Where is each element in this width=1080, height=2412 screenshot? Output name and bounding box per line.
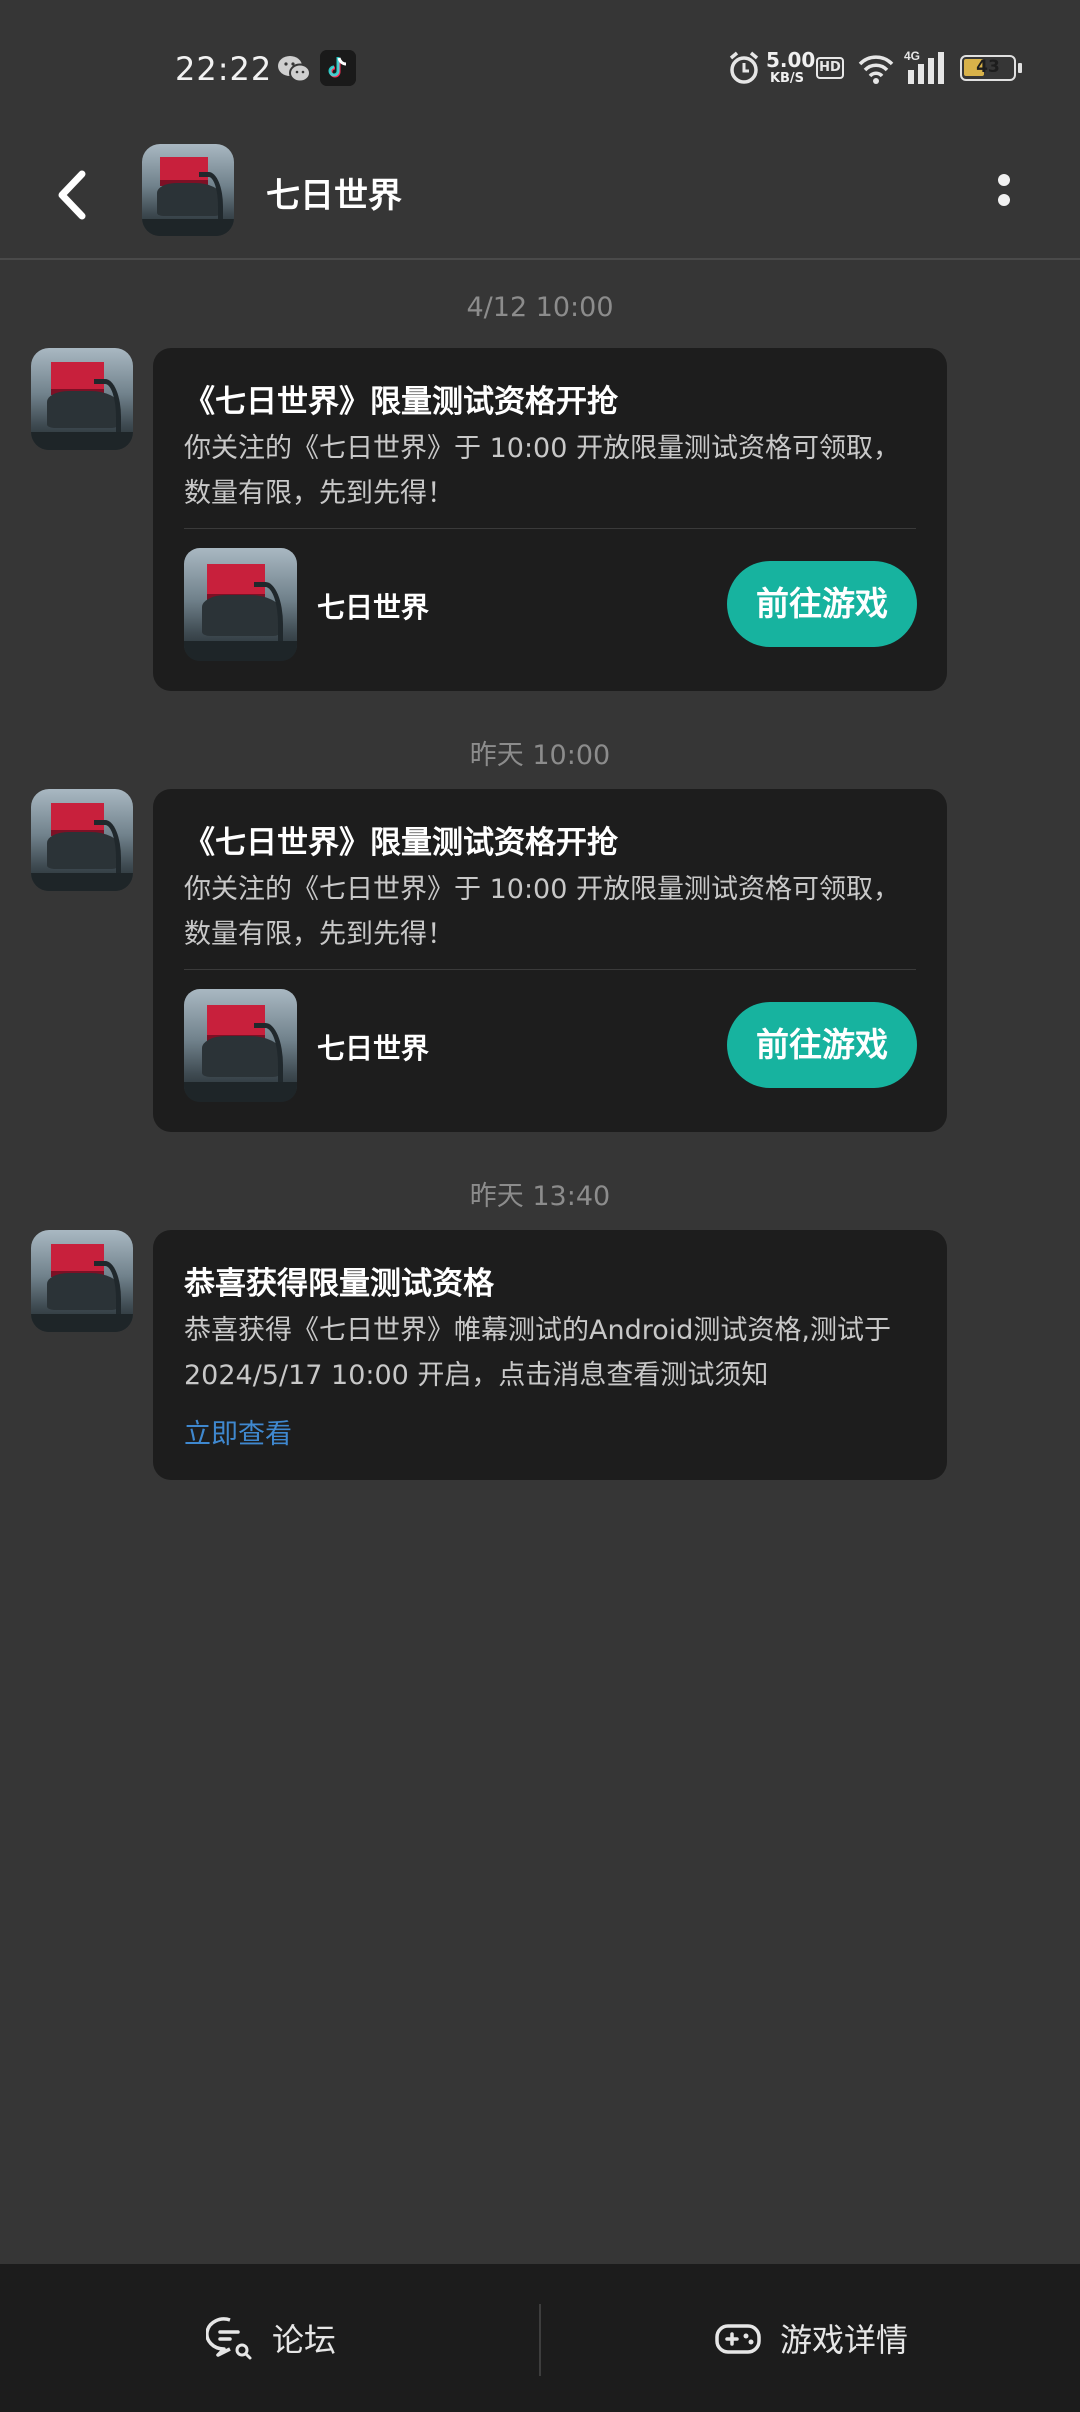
message-title: 《七日世界》限量测试资格开抢 [184,384,618,420]
message-timestamp: 昨天 13:40 [469,1181,611,1212]
message-body: 你关注的《七日世界》于 10:00 开放限量测试资格可领取，数量有限，先到先得！ [184,433,900,509]
net-speed-unit: KB/S [769,71,805,86]
message-card[interactable]: 恭喜获得限量测试资格 恭喜获得《七日世界》帷幕测试的Android测试资格,测试… [153,1230,947,1480]
game-name: 七日世界 [317,1032,430,1065]
game-detail-tab[interactable]: 游戏详情 [714,2302,908,2374]
status-bar: 22:22 5.00 KB/S HD 4G 43 [0,0,1080,130]
wifi-icon [858,55,894,84]
forum-icon [206,2317,252,2360]
chat-title: 七日世界 [266,176,402,216]
status-time: 22:22 [175,50,273,88]
hd-badge: HD [816,57,844,79]
game-icon[interactable] [184,548,297,661]
gamepad-icon [715,2324,761,2354]
go-to-game-button[interactable]: 前往游戏 [727,1002,917,1088]
alarm-icon [729,51,759,84]
signal-label: 4G [904,49,920,63]
net-speed-value: 5.00 [766,48,816,72]
forum-label: 论坛 [272,2321,337,2359]
message-card[interactable]: 《七日世界》限量测试资格开抢 你关注的《七日世界》于 10:00 开放限量测试资… [153,789,947,1132]
message-timestamp: 昨天 10:00 [469,740,611,771]
card-divider [184,969,916,970]
message-card[interactable]: 《七日世界》限量测试资格开抢 你关注的《七日世界》于 10:00 开放限量测试资… [153,348,947,691]
forum-tab[interactable]: 论坛 [206,2302,336,2374]
sender-avatar[interactable] [31,348,133,450]
more-dot-icon [998,194,1010,206]
signal-icon: 4G [904,49,944,84]
back-button[interactable] [40,160,110,230]
battery-level: 43 [976,57,1000,77]
message-timestamp: 4/12 10:00 [466,292,614,323]
more-options-button[interactable] [984,166,1024,226]
view-now-link[interactable]: 立即查看 [184,1412,292,1451]
bottom-bar: 论坛 游戏详情 [0,2264,1080,2412]
screen: 22:22 5.00 KB/S HD 4G 43 七日世界 4/12 10:00… [0,0,1080,2412]
battery-icon: 43 [960,55,1022,81]
chat-header: 七日世界 [0,130,1080,260]
game-detail-label: 游戏详情 [780,2321,909,2359]
sender-avatar[interactable] [31,1230,133,1332]
message-body: 你关注的《七日世界》于 10:00 开放限量测试资格可领取，数量有限，先到先得！ [184,874,900,950]
card-divider [184,528,916,529]
go-to-game-button[interactable]: 前往游戏 [727,561,917,647]
more-dot-icon [998,174,1010,186]
message-title: 恭喜获得限量测试资格 [184,1266,494,1302]
wechat-icon [278,56,311,83]
bottom-divider [539,2304,541,2376]
game-avatar[interactable] [142,144,234,236]
game-name: 七日世界 [317,591,430,624]
message-body: 恭喜获得《七日世界》帷幕测试的Android测试资格,测试于2024/5/17 … [184,1315,891,1391]
net-speed: 5.00 KB/S [766,48,816,86]
game-icon[interactable] [184,989,297,1102]
sender-avatar[interactable] [31,789,133,891]
tiktok-icon [320,50,356,86]
message-title: 《七日世界》限量测试资格开抢 [184,825,618,861]
